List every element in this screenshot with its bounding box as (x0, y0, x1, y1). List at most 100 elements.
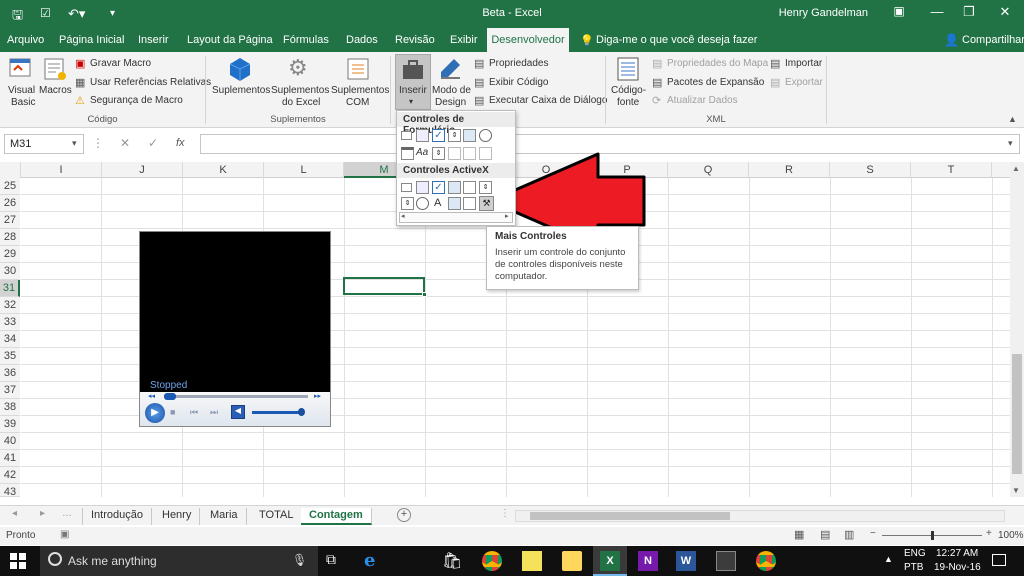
tab-desenvolvedor[interactable]: Desenvolvedor (487, 28, 569, 52)
dropdown-scrollbar[interactable] (399, 212, 513, 223)
macro-security-button[interactable]: Segurança de Macro (90, 95, 183, 106)
tab-inserir[interactable]: Inserir (138, 34, 169, 46)
row-header-active[interactable]: 31 (0, 280, 20, 297)
view-code-icon[interactable]: ▤ (474, 76, 484, 89)
fill-handle[interactable] (422, 292, 427, 297)
button-control-icon[interactable] (401, 131, 412, 140)
collapse-ribbon-icon[interactable]: ▲ (1008, 114, 1017, 124)
row-header[interactable]: 38 (0, 399, 20, 416)
windows-start-icon[interactable] (10, 553, 30, 573)
store-icon[interactable]: 🛍 (442, 551, 462, 571)
column-header[interactable]: S (830, 162, 911, 178)
design-mode-icon[interactable] (438, 56, 464, 82)
row-header[interactable]: 34 (0, 331, 20, 348)
label-control-icon[interactable]: Aa (416, 147, 428, 158)
sheet-tab-active[interactable]: Contagem (301, 508, 372, 525)
checkbox-control-icon[interactable]: ✓ (432, 129, 445, 142)
excel-addins-icon[interactable]: ⚙ (288, 55, 308, 81)
zoom-thumb[interactable] (931, 531, 934, 540)
close-icon[interactable]: ✕ (990, 4, 1020, 20)
add-sheet-icon[interactable]: + (397, 508, 411, 522)
user-name[interactable]: Henry Gandelman (779, 7, 868, 19)
restore-icon[interactable]: ❐ (954, 4, 984, 20)
refresh-data-button[interactable]: Atualizar Dados (667, 95, 738, 106)
record-macro-icon[interactable]: ▣ (75, 57, 85, 70)
expand-formula-icon[interactable]: ▾ (1008, 138, 1013, 149)
sheet-tab[interactable]: Henry (154, 508, 201, 525)
page-layout-icon[interactable]: ▤ (820, 528, 830, 541)
volume-slider[interactable] (252, 411, 304, 414)
properties-button[interactable]: Propriedades (489, 58, 548, 69)
prev-sheet-icon[interactable]: ◂ (12, 508, 17, 519)
tell-me-box[interactable]: Diga-me o que você deseja fazer (596, 34, 757, 46)
rewind-icon[interactable]: ◂◂ (148, 392, 155, 400)
record-macro-button[interactable]: Gravar Macro (90, 58, 151, 69)
volume-thumb[interactable] (298, 408, 305, 416)
tab-pagina-inicial[interactable]: Página Inicial (59, 34, 124, 46)
view-code-button[interactable]: Exibir Código (489, 77, 548, 88)
list-box-control-icon[interactable] (463, 129, 476, 142)
tray-chevron-icon[interactable]: ▲ (884, 554, 893, 564)
mute-icon[interactable]: ◀ (231, 405, 245, 419)
row-header[interactable]: 35 (0, 348, 20, 365)
relative-refs-icon[interactable]: ▦ (75, 76, 85, 89)
group-box-control-icon[interactable] (401, 147, 414, 160)
clock-date[interactable]: 19-Nov-16 (934, 562, 981, 573)
row-header[interactable]: 32 (0, 297, 20, 314)
properties-icon[interactable]: ▤ (474, 57, 484, 70)
edge-icon[interactable]: e (364, 551, 384, 571)
source-label[interactable]: Código- (611, 85, 646, 96)
ribbon-display-icon[interactable]: ▣ (884, 4, 914, 18)
zoom-out-icon[interactable]: − (870, 528, 876, 539)
run-dialog-button[interactable]: Executar Caixa de Diálogo (489, 95, 607, 106)
activex-image-icon[interactable] (448, 197, 461, 210)
expansion-packs-icon[interactable]: ▤ (652, 76, 662, 89)
scroll-thumb[interactable] (1012, 354, 1022, 474)
activex-scrollbar-icon[interactable]: ⇕ (479, 181, 492, 194)
tab-layout[interactable]: Layout da Página (187, 34, 273, 46)
macros-label[interactable]: Macros (39, 85, 72, 96)
com-addins-label-2[interactable]: COM (346, 97, 369, 108)
select-all-corner[interactable] (0, 162, 21, 178)
macros-icon[interactable] (42, 56, 68, 82)
activex-combo-icon[interactable] (416, 181, 429, 194)
combo-box-control-icon[interactable] (416, 129, 429, 142)
page-break-icon[interactable]: ▥ (844, 528, 854, 541)
word-icon[interactable]: W (676, 551, 696, 571)
active-cell[interactable] (343, 277, 425, 295)
play-icon[interactable]: ▶ (145, 403, 165, 423)
relative-refs-button[interactable]: Usar Referências Relativas (90, 77, 211, 88)
fast-forward-icon[interactable]: ▸▸ (314, 392, 321, 400)
sheet-tab[interactable]: Introdução (82, 508, 152, 525)
activex-button-icon[interactable] (401, 183, 412, 192)
toolbox-icon[interactable] (401, 57, 425, 81)
addins-icon[interactable] (227, 56, 253, 82)
fx-icon[interactable]: fx (176, 137, 185, 149)
cancel-icon[interactable]: ✕ (120, 136, 130, 150)
visual-basic-icon[interactable] (8, 56, 32, 80)
media-player[interactable]: Stopped ◂◂ ▸▸ ▶ ■ ⏮ ⏭ ◀ (139, 231, 331, 427)
chrome-icon[interactable] (756, 551, 776, 571)
export-button[interactable]: Exportar (785, 77, 823, 88)
sticky-notes-icon[interactable] (522, 551, 542, 571)
explorer-icon[interactable] (562, 551, 582, 571)
cortana-search[interactable]: Ask me anything 🎙 (40, 546, 318, 576)
chrome-icon[interactable] (482, 551, 502, 571)
row-header[interactable]: 41 (0, 450, 20, 467)
more-sheets-icon[interactable]: … (62, 508, 72, 519)
com-addins-icon[interactable] (345, 56, 371, 82)
scroll-bar-control-icon[interactable]: ⇕ (432, 147, 445, 160)
zoom-level[interactable]: 100% (998, 530, 1024, 541)
activex-listbox-icon[interactable] (448, 181, 461, 194)
column-header[interactable]: Q (668, 162, 749, 178)
option-button-control-icon[interactable] (479, 129, 492, 142)
row-header[interactable]: 39 (0, 416, 20, 433)
row-header[interactable]: 37 (0, 382, 20, 399)
column-header[interactable]: K (183, 162, 264, 178)
scroll-left-icon[interactable]: ◂ (401, 212, 405, 220)
person-icon[interactable]: 👤 (944, 33, 959, 47)
seek-thumb[interactable] (164, 393, 176, 400)
insert-controls-label[interactable]: Inserir (399, 85, 427, 96)
tab-arquivo[interactable]: Arquivo (7, 34, 44, 46)
row-header[interactable]: 30 (0, 263, 20, 280)
